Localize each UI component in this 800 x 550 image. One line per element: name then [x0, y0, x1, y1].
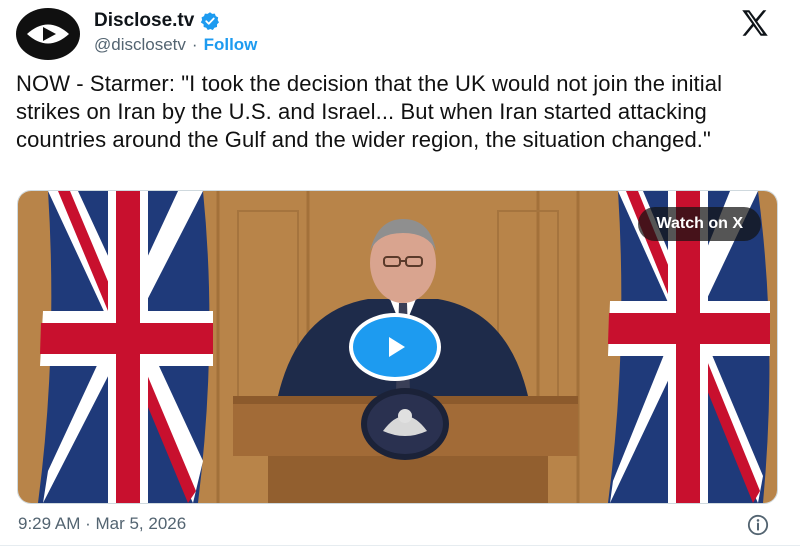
avatar[interactable] — [16, 8, 80, 60]
tweet-timestamp[interactable]: 9:29 AM · Mar 5, 2026 — [18, 514, 186, 534]
separator-dot: · — [191, 35, 198, 54]
info-icon[interactable] — [747, 514, 769, 536]
disclose-eye-logo-icon — [27, 24, 69, 44]
handle-row: @disclosetv · Follow — [94, 35, 257, 55]
watch-on-x-button[interactable]: Watch on X — [638, 207, 761, 241]
divider — [0, 545, 800, 546]
lectern — [233, 388, 578, 503]
play-button[interactable] — [349, 313, 441, 381]
author-name-row: Disclose.tv — [94, 10, 220, 32]
x-logo-icon[interactable] — [738, 6, 772, 40]
tweet-text: NOW - Starmer: "I took the decision that… — [16, 71, 723, 152]
display-name[interactable]: Disclose.tv — [94, 10, 194, 32]
handle[interactable]: @disclosetv — [94, 35, 186, 55]
play-icon — [389, 337, 405, 357]
verified-badge-icon — [201, 12, 220, 30]
follow-button[interactable]: Follow — [204, 35, 258, 55]
video-player[interactable]: Watch on X — [17, 190, 778, 504]
tweet-card: Disclose.tv @disclosetv · Follow NOW - S… — [0, 0, 800, 550]
